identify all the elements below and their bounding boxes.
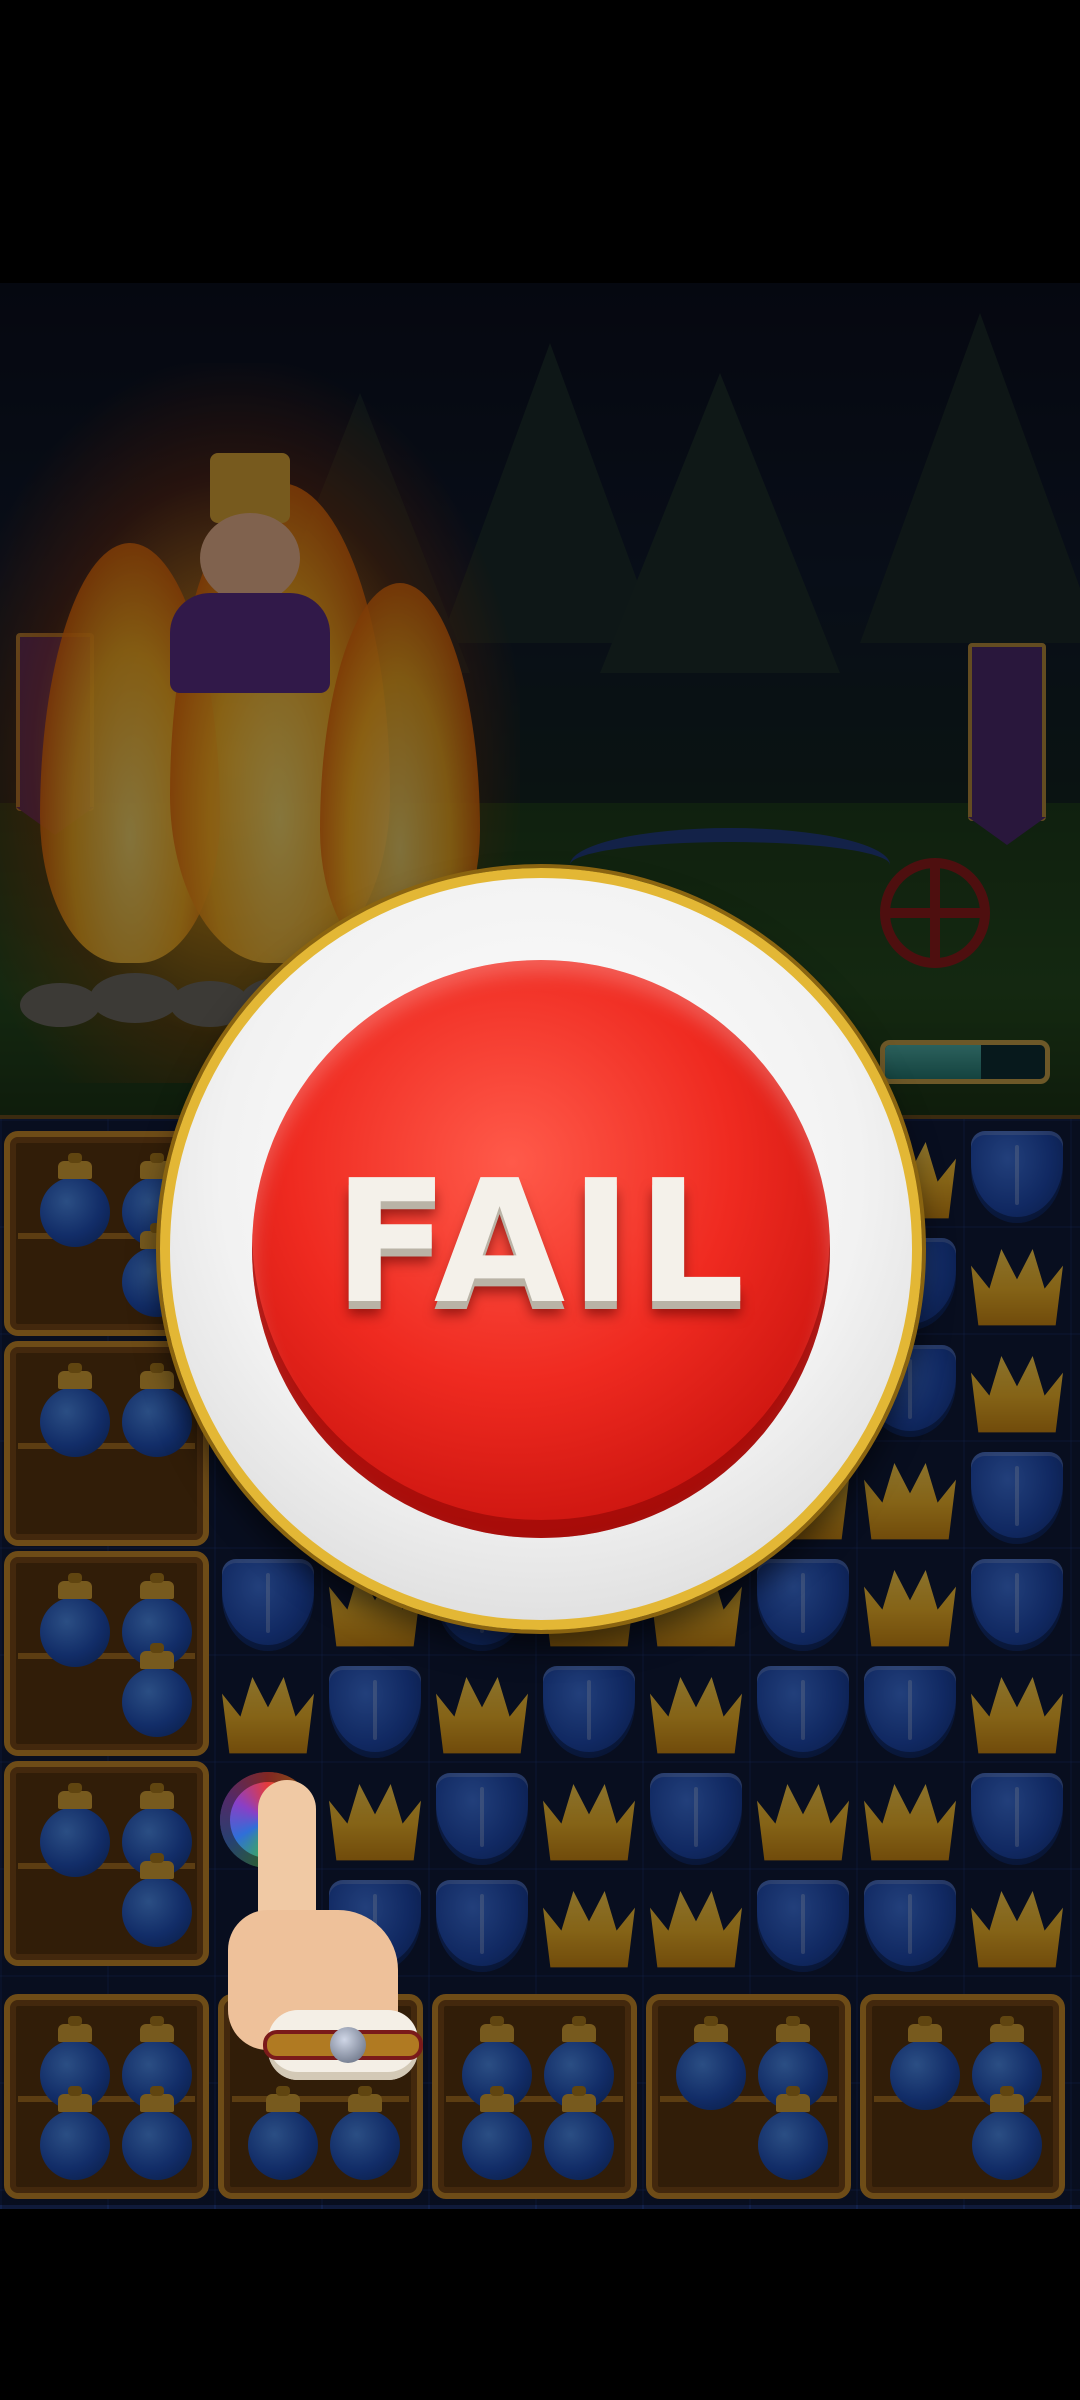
honey-pot-icon: [676, 2016, 746, 2110]
stone: [90, 973, 180, 1023]
crown-piece-icon[interactable]: [864, 1784, 956, 1861]
crown-piece-icon[interactable]: [971, 1356, 1063, 1433]
crown-piece-icon[interactable]: [864, 1570, 956, 1647]
right-banner: [968, 643, 1046, 845]
shield-piece-icon[interactable]: [864, 1880, 956, 1972]
pot-crate[interactable]: [860, 1994, 1065, 2199]
pine-tree-icon: [860, 313, 1080, 643]
crown-piece-icon[interactable]: [971, 1677, 1063, 1754]
shield-piece-icon[interactable]: [222, 1559, 314, 1651]
honey-pot-icon: [758, 2086, 828, 2180]
honey-pot-icon: [122, 1363, 192, 1457]
honey-pot-icon: [122, 2086, 192, 2180]
crown-piece-icon[interactable]: [971, 1891, 1063, 1968]
honey-pot-icon: [40, 1783, 110, 1877]
shield-piece-icon[interactable]: [971, 1773, 1063, 1865]
honey-pot-icon: [248, 2086, 318, 2180]
crown-piece-icon[interactable]: [864, 1463, 956, 1540]
shield-piece-icon[interactable]: [436, 1773, 528, 1865]
shield-piece-icon[interactable]: [543, 1666, 635, 1758]
shield-piece-icon[interactable]: [329, 1666, 421, 1758]
fail-badge: FAIL: [160, 868, 922, 1630]
pot-crate[interactable]: [4, 1761, 209, 1966]
shield-piece-icon[interactable]: [436, 1880, 528, 1972]
king-head: [200, 513, 300, 603]
burning-king-character: [150, 453, 350, 693]
shield-piece-icon[interactable]: [971, 1452, 1063, 1544]
crown-piece-icon[interactable]: [436, 1677, 528, 1754]
pot-crate[interactable]: [4, 1551, 209, 1756]
stone: [20, 983, 100, 1027]
shield-piece-icon[interactable]: [971, 1131, 1063, 1223]
honey-pot-icon: [40, 1573, 110, 1667]
crown-piece-icon[interactable]: [543, 1891, 635, 1968]
pot-crate[interactable]: [432, 1994, 637, 2199]
hand-cuff-gem: [330, 2027, 366, 2063]
fail-button: FAIL: [252, 960, 830, 1538]
shield-piece-icon[interactable]: [757, 1559, 849, 1651]
honey-pot-icon: [544, 2086, 614, 2180]
honey-pot-icon: [890, 2016, 960, 2110]
shield-piece-icon[interactable]: [757, 1880, 849, 1972]
shield-piece-icon[interactable]: [650, 1773, 742, 1865]
level-progress-bar: [880, 1040, 1050, 1084]
tap-hand-icon: [218, 1780, 423, 2120]
crown-piece-icon[interactable]: [650, 1677, 742, 1754]
honey-pot-icon: [40, 1153, 110, 1247]
shield-piece-icon[interactable]: [971, 1559, 1063, 1651]
fail-text: FAIL: [333, 1144, 749, 1342]
honey-pot-icon: [122, 1853, 192, 1947]
honey-pot-icon: [462, 2086, 532, 2180]
honey-pot-icon: [330, 2086, 400, 2180]
crown-piece-icon[interactable]: [543, 1784, 635, 1861]
crown-piece-icon[interactable]: [222, 1677, 314, 1754]
pot-crate[interactable]: [4, 1341, 209, 1546]
pine-tree-icon: [600, 373, 840, 673]
honey-pot-icon: [40, 1363, 110, 1457]
valve-wheel-icon: [880, 858, 990, 968]
crown-piece-icon[interactable]: [650, 1891, 742, 1968]
king-robe: [170, 593, 330, 693]
honey-pot-icon: [972, 2086, 1042, 2180]
pot-crate[interactable]: [646, 1994, 851, 2199]
crown-piece-icon[interactable]: [971, 1249, 1063, 1326]
crown-piece-icon[interactable]: [757, 1784, 849, 1861]
honey-pot-icon: [40, 2086, 110, 2180]
honey-pot-icon: [122, 1643, 192, 1737]
shield-piece-icon[interactable]: [757, 1666, 849, 1758]
shield-piece-icon[interactable]: [864, 1666, 956, 1758]
level-progress-fill: [885, 1045, 981, 1079]
pot-crate[interactable]: [4, 1994, 209, 2199]
